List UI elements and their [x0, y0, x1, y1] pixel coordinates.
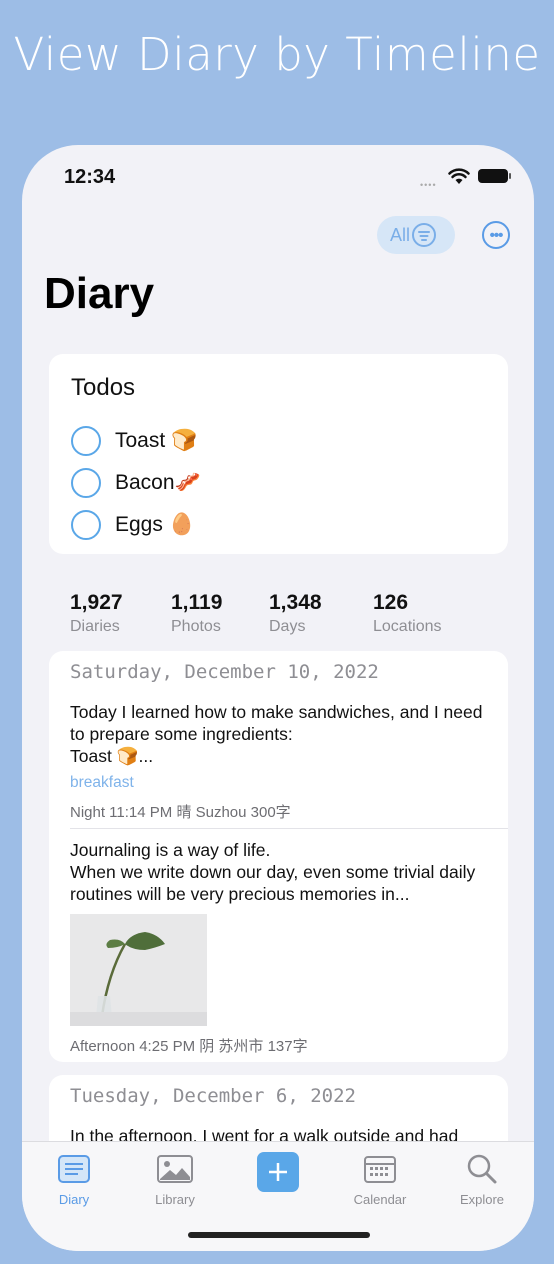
checkbox-circle-icon[interactable] [71, 510, 101, 540]
tab-label: Library [155, 1192, 195, 1207]
phone-screen: 12:34 •••• All ••• Diary Todos Toast 🍞 B… [22, 145, 534, 1251]
checkbox-circle-icon[interactable] [71, 468, 101, 498]
status-bar: 12:34 •••• [22, 145, 534, 205]
stat-value: 1,348 [269, 591, 322, 614]
home-indicator [188, 1232, 370, 1238]
stat-label: Days [269, 618, 306, 635]
todo-item[interactable]: Bacon🥓 [71, 468, 201, 498]
entry-tag[interactable]: breakfast [70, 774, 134, 792]
promo-headline: View Diary by Timeline [13, 28, 541, 81]
stats-row: 1,927 Diaries 1,119 Photos 1,348 Days 12… [70, 591, 490, 641]
entry-meta: Night 11:14 PM 晴 Suzhou 300字 [70, 804, 291, 821]
cellular-signal-icon: •••• [420, 180, 437, 190]
checkbox-circle-icon[interactable] [71, 426, 101, 456]
stat-locations[interactable]: 126 Locations [373, 591, 442, 636]
stat-label: Diaries [70, 618, 120, 635]
filter-all-button[interactable]: All [377, 216, 455, 254]
stat-diaries[interactable]: 1,927 Diaries [70, 591, 123, 636]
diary-icon [34, 1152, 114, 1186]
entry-date-header: Tuesday, December 6, 2022 [70, 1085, 356, 1107]
stat-value: 1,927 [70, 591, 123, 614]
page-title: Diary [44, 269, 155, 318]
diary-entries-card: Saturday, December 10, 2022 Today I lear… [49, 651, 508, 1062]
tab-label: Calendar [353, 1192, 407, 1207]
tab-diary[interactable]: Diary [34, 1152, 114, 1207]
todo-item[interactable]: Toast 🍞 [71, 426, 197, 456]
entry-photo[interactable] [70, 914, 207, 1026]
todos-card: Todos Toast 🍞 Bacon🥓 Eggs 🥚 [49, 354, 508, 554]
entry-meta: Afternoon 4:25 PM 阴 苏州市 137字 [70, 1038, 308, 1055]
entry-divider [70, 828, 508, 829]
tab-label: Explore [459, 1192, 505, 1207]
plus-icon [269, 1163, 287, 1181]
todo-label: Bacon🥓 [115, 471, 201, 494]
stat-label: Photos [171, 618, 221, 635]
todo-item[interactable]: Eggs 🥚 [71, 510, 195, 540]
stat-days[interactable]: 1,348 Days [269, 591, 322, 636]
stat-label: Locations [373, 618, 442, 635]
add-entry-button[interactable] [257, 1152, 299, 1192]
wifi-icon [448, 168, 470, 184]
filter-label: All [390, 224, 411, 245]
calendar-icon [340, 1152, 420, 1186]
filter-list-icon [412, 223, 437, 247]
photo-library-icon [135, 1152, 215, 1186]
stat-photos[interactable]: 1,119 Photos [171, 591, 222, 636]
tab-label: Diary [58, 1192, 90, 1207]
diary-entry-text[interactable]: Journaling is a way of life. When we wri… [70, 839, 490, 905]
diary-entry-text[interactable]: Today I learned how to make sandwiches, … [70, 701, 490, 767]
todo-label: Eggs 🥚 [115, 513, 195, 536]
tab-calendar[interactable]: Calendar [340, 1152, 420, 1207]
plant-photo-image [70, 914, 207, 1026]
tab-library[interactable]: Library [135, 1152, 215, 1207]
status-time: 12:34 [64, 166, 116, 188]
todo-label: Toast 🍞 [115, 429, 198, 452]
tab-explore[interactable]: Explore [442, 1152, 522, 1207]
more-options-button[interactable]: ••• [482, 221, 510, 249]
todos-title: Todos [71, 374, 136, 401]
stat-value: 1,119 [171, 591, 223, 614]
entry-date-header: Saturday, December 10, 2022 [70, 661, 379, 683]
battery-icon [478, 169, 511, 183]
search-icon [442, 1152, 522, 1186]
stat-value: 126 [373, 591, 409, 614]
